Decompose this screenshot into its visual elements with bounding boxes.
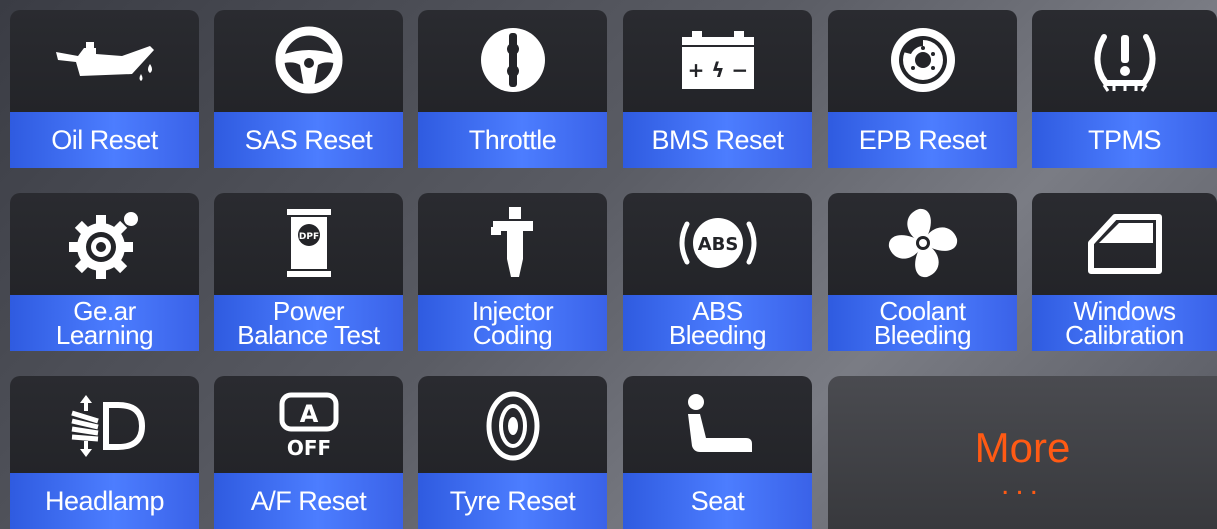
tile-seat[interactable]: Seat (623, 376, 812, 529)
tile-sas-reset[interactable]: SAS Reset (214, 10, 403, 168)
tile-label: SAS Reset (214, 112, 403, 168)
tile-label: Windows Calibration (1032, 295, 1217, 351)
tile-headlamp[interactable]: Headlamp (10, 376, 199, 529)
tile-epb-reset[interactable]: EPB Reset (828, 10, 1017, 168)
steering-wheel-icon (214, 10, 403, 110)
tile-label: ABS Bleeding (623, 295, 812, 351)
tile-windows-calibration[interactable]: Windows Calibration (1032, 193, 1217, 351)
tile-bms-reset[interactable]: + ϟ − BMS Reset (623, 10, 812, 168)
tire-pressure-icon (1032, 10, 1217, 110)
tile-label: Tyre Reset (418, 473, 607, 529)
tile-label: Ge.ar Learning (10, 295, 199, 351)
battery-symbols: + ϟ − (687, 58, 748, 82)
injector-icon (418, 193, 607, 293)
dpf-text: DPF (298, 232, 318, 242)
throttle-icon (418, 10, 607, 110)
headlamp-icon (10, 376, 199, 476)
tile-af-reset[interactable]: A OFF A/F Reset (214, 376, 403, 529)
dpf-icon: DPF (214, 193, 403, 293)
tile-label: A/F Reset (214, 473, 403, 529)
abs-icon: ABS (623, 193, 812, 293)
car-window-icon (1032, 193, 1217, 293)
tile-label: Throttle (418, 112, 607, 168)
tile-label: Oil Reset (10, 112, 199, 168)
tile-throttle[interactable]: Throttle (418, 10, 607, 168)
tile-label: Power Balance Test (214, 295, 403, 351)
abs-text: ABS (697, 234, 738, 255)
oil-can-icon (10, 10, 199, 110)
tile-injector-coding[interactable]: Injector Coding (418, 193, 607, 351)
tile-label: EPB Reset (828, 112, 1017, 168)
auto-letter: A (299, 400, 318, 428)
tile-label: BMS Reset (623, 112, 812, 168)
tile-label: TPMS (1032, 112, 1217, 168)
fan-icon (828, 193, 1017, 293)
tile-label: Headlamp (10, 473, 199, 529)
tile-abs-bleeding[interactable]: ABS ABS Bleeding (623, 193, 812, 351)
tile-oil-reset[interactable]: Oil Reset (10, 10, 199, 168)
auto-off-icon: A OFF (214, 376, 403, 476)
gear-icon (10, 193, 199, 293)
tile-label: Coolant Bleeding (828, 295, 1017, 351)
tile-tpms[interactable]: TPMS (1032, 10, 1217, 168)
seat-icon (623, 376, 812, 476)
tyre-icon (418, 376, 607, 476)
tile-coolant-bleeding[interactable]: Coolant Bleeding (828, 193, 1017, 351)
off-text: OFF (286, 436, 330, 460)
brake-disc-icon (828, 10, 1017, 110)
tile-label: Injector Coding (418, 295, 607, 351)
tile-power-balance-test[interactable]: DPF Power Balance Test (214, 193, 403, 351)
tile-gear-learning[interactable]: Ge.ar Learning (10, 193, 199, 351)
battery-icon: + ϟ − (623, 10, 812, 110)
more-label: More (974, 424, 1071, 471)
more-dots: ... (1000, 468, 1044, 501)
tile-tyre-reset[interactable]: Tyre Reset (418, 376, 607, 529)
more-button[interactable]: More ... (828, 376, 1217, 529)
tile-label: Seat (623, 473, 812, 529)
